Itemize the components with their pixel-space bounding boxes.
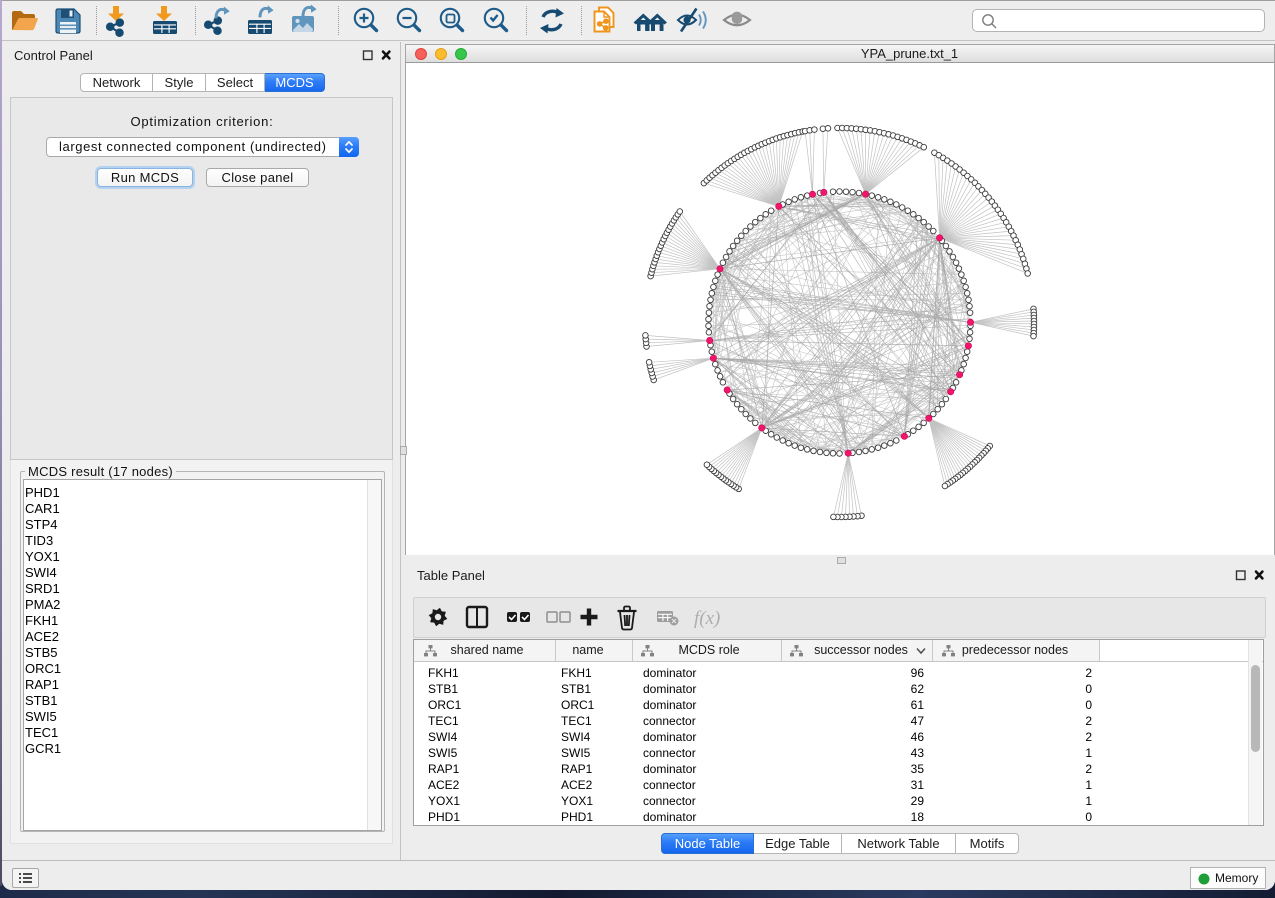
svg-text:f(x): f(x): [694, 608, 720, 629]
